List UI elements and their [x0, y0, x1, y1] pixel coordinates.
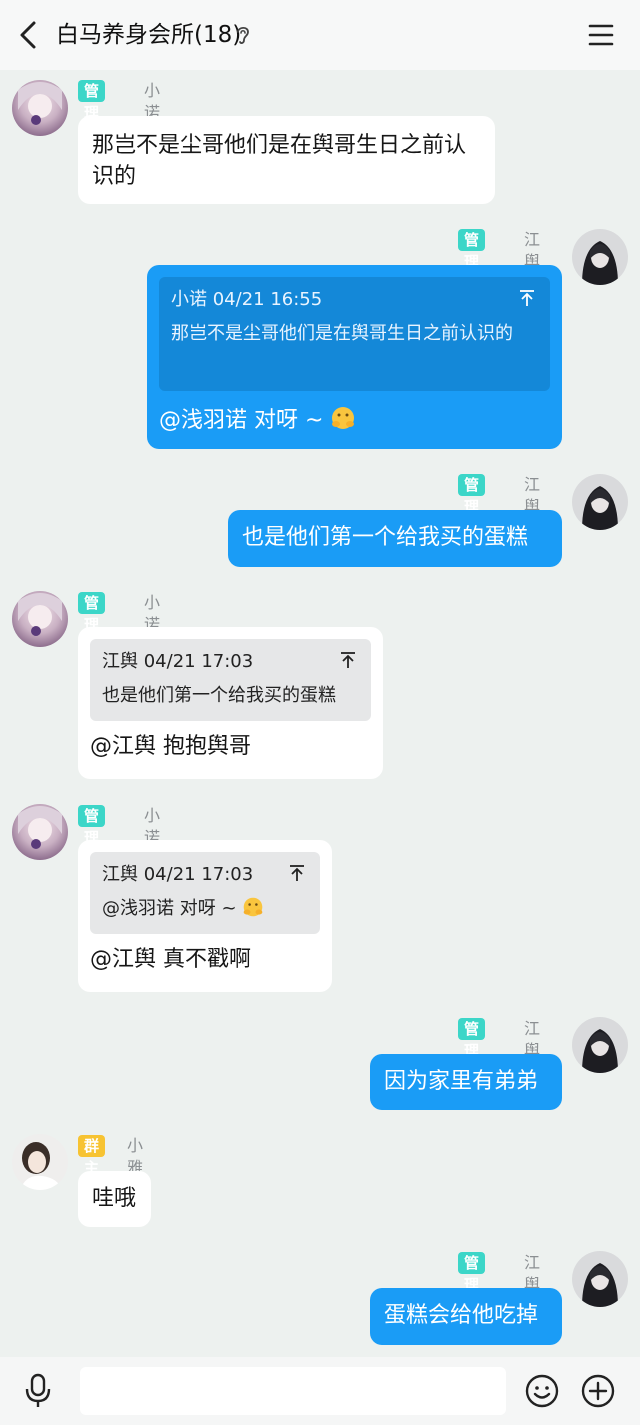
- back-button[interactable]: [14, 18, 46, 52]
- voice-button[interactable]: [22, 1373, 54, 1409]
- hug-emoji-icon: [332, 407, 355, 429]
- menu-icon: [588, 24, 614, 46]
- avatar[interactable]: [572, 1017, 628, 1073]
- mic-icon: [25, 1373, 51, 1407]
- avatar[interactable]: [572, 1251, 628, 1307]
- message-bubble[interactable]: 因为家里有弟弟: [370, 1054, 562, 1110]
- avatar[interactable]: [12, 804, 68, 860]
- admin-badge: 管理员: [458, 229, 486, 293]
- more-button[interactable]: [580, 1373, 616, 1409]
- reply-jump-icon: [341, 652, 355, 668]
- hug-emoji-icon: [243, 897, 263, 917]
- input-bar: [0, 1357, 640, 1425]
- reply-text: @江舆 真不戳啊: [90, 947, 251, 972]
- message-bubble[interactable]: 蛋糕会给他吃掉: [370, 1288, 562, 1345]
- menu-button[interactable]: [586, 20, 616, 50]
- admin-badge: 管理员: [458, 474, 486, 538]
- quote-text: 那岂不是尘哥他们是在舆哥生日之前认识的: [171, 323, 513, 344]
- message-bubble[interactable]: 小诺 04/21 16:55 那岂不是尘哥他们是在舆哥生日之前认识的 @浅羽诺 …: [147, 265, 562, 449]
- avatar[interactable]: [572, 474, 628, 530]
- back-arrow-icon: [20, 21, 36, 49]
- message-bubble[interactable]: 那岂不是尘哥他们是在舆哥生日之前认识的: [78, 116, 495, 204]
- reply-text: @浅羽诺 对呀 ~: [159, 408, 324, 433]
- quote-text: 也是他们第一个给我买的蛋糕: [102, 685, 336, 706]
- message-input[interactable]: [80, 1367, 506, 1415]
- reply-jump-icon: [290, 865, 304, 881]
- admin-badge: 管理员: [78, 592, 106, 656]
- reply-text: @江舆 抱抱舆哥: [90, 734, 251, 759]
- avatar[interactable]: [12, 80, 68, 136]
- admin-badge: 管理员: [458, 1252, 486, 1316]
- quoted-message[interactable]: 江舆 04/21 17:03 也是他们第一个给我买的蛋糕: [90, 639, 371, 721]
- admin-badge: 管理员: [458, 1018, 486, 1082]
- reply-jump-icon: [520, 290, 534, 306]
- emoji-icon: [525, 1374, 559, 1408]
- emoji-button[interactable]: [524, 1373, 560, 1409]
- message-bubble[interactable]: 江舆 04/21 17:03 也是他们第一个给我买的蛋糕 @江舆 抱抱舆哥: [78, 627, 383, 779]
- quote-header: 江舆 04/21 17:03: [102, 651, 254, 672]
- quote-text: @浅羽诺 对呀 ~: [102, 898, 237, 919]
- avatar[interactable]: [12, 591, 68, 647]
- chat-header: 白马养身会所(18): [0, 0, 640, 70]
- admin-badge: 管理员: [78, 805, 106, 869]
- message-bubble[interactable]: 江舆 04/21 17:03 @浅羽诺 对呀 ~ @江舆 真不戳啊: [78, 840, 332, 992]
- message-bubble[interactable]: 哇哦: [78, 1171, 151, 1227]
- admin-badge: 管理员: [78, 80, 106, 144]
- reply-line: @浅羽诺 对呀 ~: [159, 405, 550, 436]
- ear-icon: [237, 26, 249, 44]
- quote-line: @浅羽诺 对呀 ~: [102, 896, 308, 922]
- quote-header: 小诺 04/21 16:55: [171, 289, 323, 310]
- chat-title[interactable]: 白马养身会所(18): [56, 18, 241, 52]
- message-bubble[interactable]: 也是他们第一个给我买的蛋糕: [228, 510, 562, 567]
- plus-icon: [581, 1374, 615, 1408]
- quote-header: 江舆 04/21 17:03: [102, 864, 254, 885]
- avatar[interactable]: [572, 229, 628, 285]
- owner-badge: 群主: [78, 1135, 106, 1177]
- quoted-message[interactable]: 江舆 04/21 17:03 @浅羽诺 对呀 ~: [90, 852, 320, 934]
- avatar[interactable]: [12, 1134, 68, 1190]
- quoted-message[interactable]: 小诺 04/21 16:55 那岂不是尘哥他们是在舆哥生日之前认识的: [159, 277, 550, 391]
